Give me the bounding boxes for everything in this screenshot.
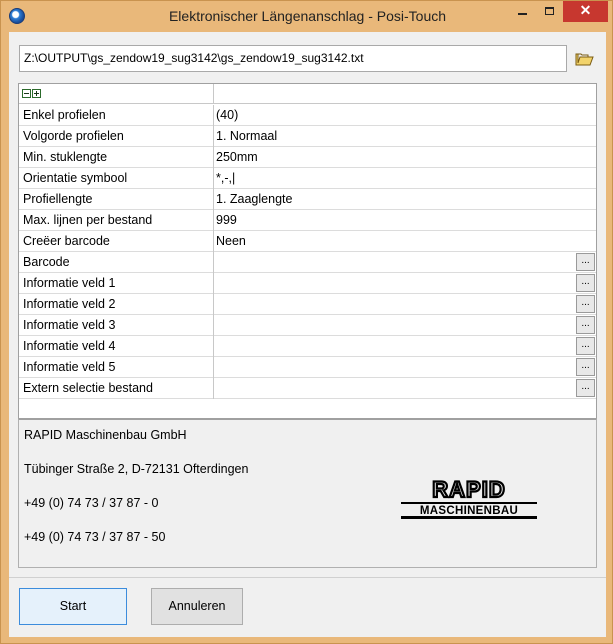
expand-all-icon[interactable] — [32, 89, 41, 98]
ellipsis-button[interactable]: ... — [576, 295, 595, 313]
maximize-button[interactable] — [536, 1, 563, 22]
ellipsis-button[interactable]: ... — [576, 358, 595, 376]
property-label: Informatie veld 3 — [23, 318, 116, 332]
cancel-button[interactable]: Annuleren — [151, 588, 243, 625]
property-value[interactable]: (40) — [216, 108, 238, 122]
property-label: Max. lijnen per bestand — [23, 213, 153, 227]
property-row[interactable]: Min. stuklengte 250mm — [19, 147, 596, 168]
property-label: Barcode — [23, 255, 70, 269]
rapid-logo: RAPID MASCHINENBAU — [399, 475, 539, 522]
property-label: Min. stuklengte — [23, 150, 108, 164]
property-label: Orientatie symbool — [23, 171, 128, 185]
company-address: Tübinger Straße 2, D-72131 Ofterdingen — [24, 462, 249, 476]
start-button[interactable]: Start — [19, 588, 127, 625]
logo-bottom-text: MASCHINENBAU — [420, 505, 518, 517]
property-value[interactable]: 1. Zaaglengte — [216, 192, 292, 206]
company-phone: +49 (0) 74 73 / 37 87 - 0 — [24, 496, 159, 510]
company-info-panel: RAPID Maschinenbau GmbH Tübinger Straße … — [18, 418, 597, 568]
property-label: Informatie veld 2 — [23, 297, 116, 311]
logo-top-text: RAPID — [432, 477, 505, 502]
maximize-icon — [545, 7, 554, 15]
close-icon: ✕ — [579, 2, 592, 18]
ellipsis-button[interactable]: ... — [576, 253, 595, 271]
property-label: Profiellengte — [23, 192, 93, 206]
property-value[interactable]: 1. Normaal — [216, 129, 277, 143]
app-window: Elektronischer Längenanschlag - Posi-Tou… — [0, 0, 613, 644]
property-value[interactable]: 999 — [216, 213, 237, 227]
title-bar[interactable]: Elektronischer Längenanschlag - Posi-Tou… — [1, 1, 612, 31]
property-row[interactable]: Orientatie symbool *,-,| — [19, 168, 596, 189]
close-button[interactable]: ✕ — [563, 1, 608, 22]
button-separator — [9, 577, 606, 578]
property-row[interactable]: Informatie veld 5... — [19, 357, 596, 378]
property-row[interactable]: Extern selectie bestand... — [19, 378, 596, 399]
property-row[interactable]: Informatie veld 3... — [19, 315, 596, 336]
property-label: Informatie veld 4 — [23, 339, 116, 353]
ellipsis-button[interactable]: ... — [576, 316, 595, 334]
ellipsis-button[interactable]: ... — [576, 274, 595, 292]
property-label: Informatie veld 5 — [23, 360, 116, 374]
property-value[interactable]: Neen — [216, 234, 246, 248]
browse-folder-button[interactable] — [575, 50, 595, 68]
property-row[interactable]: Informatie veld 4... — [19, 336, 596, 357]
property-grid: Enkel profielen (40) Volgorde profielen 1. … — [18, 83, 597, 439]
minimize-icon — [518, 13, 527, 15]
company-name: RAPID Maschinenbau GmbH — [24, 428, 187, 442]
ellipsis-button[interactable]: ... — [576, 337, 595, 355]
property-row[interactable]: Profiellengte 1. Zaaglengte — [19, 189, 596, 210]
property-label: Enkel profielen — [23, 108, 106, 122]
property-row[interactable]: Barcode... — [19, 252, 596, 273]
property-label: Creëer barcode — [23, 234, 110, 248]
property-label: Extern selectie bestand — [23, 381, 153, 395]
folder-open-icon — [575, 53, 594, 66]
company-fax: +49 (0) 74 73 / 37 87 - 50 — [24, 530, 166, 544]
expand-collapse-controls — [22, 89, 42, 99]
property-row[interactable]: Informatie veld 2... — [19, 294, 596, 315]
property-row[interactable]: Max. lijnen per bestand 999 — [19, 210, 596, 231]
property-value[interactable]: *,-,| — [216, 171, 235, 185]
minimize-button[interactable] — [509, 1, 536, 22]
property-row[interactable]: Volgorde profielen 1. Normaal — [19, 126, 596, 147]
property-row[interactable]: Informatie veld 1... — [19, 273, 596, 294]
property-row[interactable]: Creëer barcode Neen — [19, 231, 596, 252]
property-grid-header — [19, 84, 596, 104]
property-value[interactable]: 250mm — [216, 150, 258, 164]
property-row[interactable]: Enkel profielen (40) — [19, 105, 596, 126]
ellipsis-button[interactable]: ... — [576, 379, 595, 397]
file-path-input[interactable]: Z:\OUTPUT\gs_zendow19_sug3142\gs_zendow1… — [19, 45, 567, 72]
collapse-all-icon[interactable] — [22, 89, 31, 98]
dialog-client: Z:\OUTPUT\gs_zendow19_sug3142\gs_zendow1… — [9, 32, 606, 637]
property-label: Informatie veld 1 — [23, 276, 116, 290]
property-label: Volgorde profielen — [23, 129, 124, 143]
